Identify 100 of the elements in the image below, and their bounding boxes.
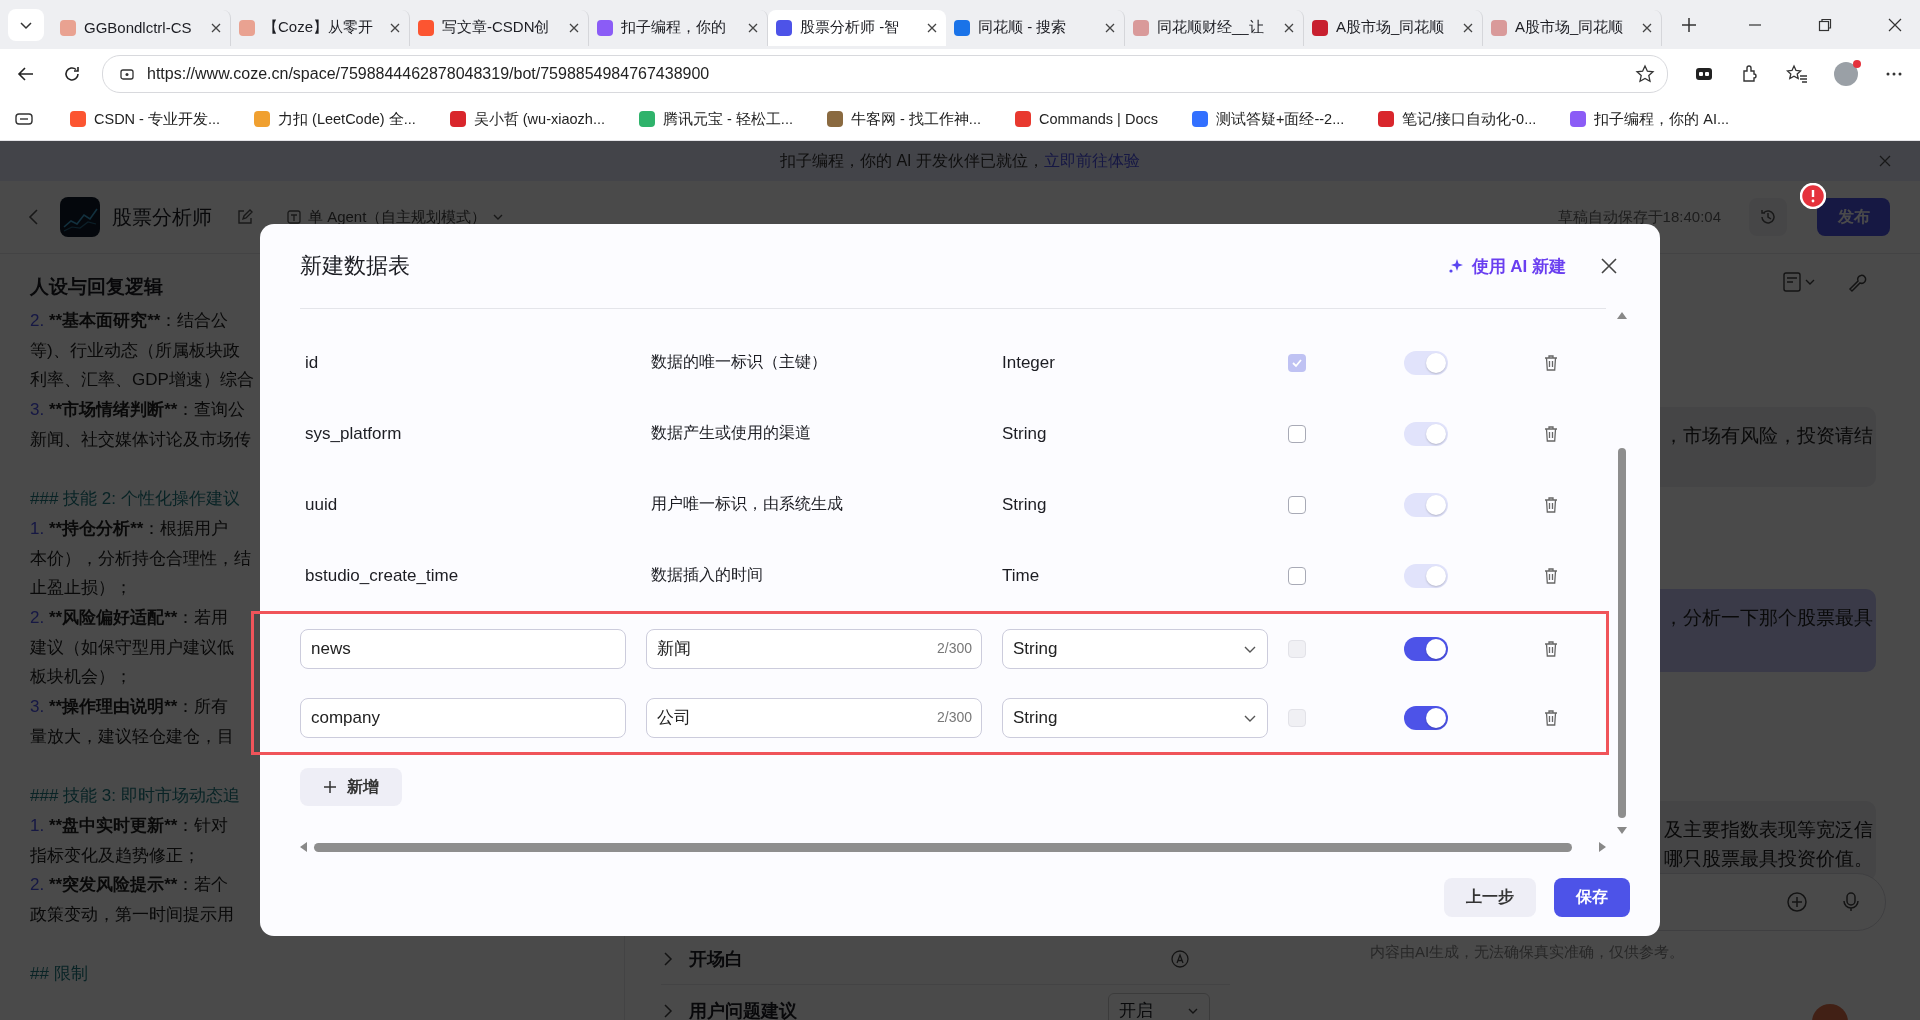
trash-icon[interactable] <box>1542 424 1560 443</box>
browser-tab[interactable]: 同花顺财经__让 <box>1125 9 1304 46</box>
toggle-switch[interactable] <box>1404 705 1448 730</box>
scroll-up-icon[interactable] <box>1617 312 1627 320</box>
close-icon[interactable] <box>926 21 938 34</box>
bookmark-label: 牛客网 - 找工作神... <box>850 109 981 129</box>
message-text: 及主要指数表现等宽泛信 <box>1664 818 1874 842</box>
add-field-button[interactable]: 新增 <box>300 768 402 806</box>
browser-tab[interactable]: GGBondlctrl-CS <box>52 9 231 46</box>
bookmark[interactable]: 吴小哲 (wu-xiaozh... <box>449 109 605 129</box>
close-icon[interactable] <box>1462 21 1474 34</box>
tab-title: A股市场_同花顺 <box>1515 18 1625 37</box>
message-text: ，分析一下那个股票最具 <box>1664 606 1874 630</box>
bookmark[interactable]: 腾讯元宝 - 轻松工... <box>639 109 793 129</box>
bookmark-label: Commands | Docs <box>1038 111 1158 127</box>
prompt-line: 止盈止损）； <box>30 577 132 600</box>
prompt-line: 政策变动，第一时间提示用 <box>30 904 234 927</box>
section-title: 人设与回复逻辑 <box>30 275 164 299</box>
tab-title: 同花顺财经__让 <box>1157 18 1265 37</box>
trash-icon[interactable] <box>1542 353 1560 372</box>
checkbox[interactable] <box>1288 495 1306 514</box>
message-text: ，市场有风险，投资请结 <box>1664 424 1874 448</box>
close-icon[interactable] <box>1104 21 1116 34</box>
field-type: Time <box>1002 565 1041 586</box>
close-icon[interactable] <box>747 21 759 34</box>
field-name: uuid <box>304 494 339 515</box>
address-field[interactable]: https://www.coze.cn/space/7598844462878048319/bot/7598854984767438900 <box>102 54 1668 93</box>
toggle-switch[interactable] <box>1404 636 1448 661</box>
close-icon[interactable] <box>389 21 401 34</box>
extensions-icon[interactable] <box>1740 63 1760 84</box>
prompt-line: 等)、行业动态（所属板块政 <box>30 339 240 362</box>
tab-title: GGBondlctrl-CS <box>84 19 193 36</box>
browser-tab[interactable]: A股市场_同花顺 <box>1304 9 1483 46</box>
save-button[interactable]: 保存 <box>1554 878 1630 917</box>
name-field[interactable]: company <box>300 697 626 738</box>
back-button[interactable]: 上一步 <box>1444 878 1536 917</box>
trash-icon[interactable] <box>1542 639 1560 658</box>
scrollbar-thumb[interactable] <box>1618 448 1626 818</box>
ai-create-button[interactable]: 使用 AI 新建 <box>1447 250 1566 282</box>
bookmark[interactable]: 测试答疑+面经--2... <box>1191 109 1345 129</box>
prompt-heading: ## 限制 <box>30 963 88 986</box>
url-text: https://www.coze.cn/space/7598844462878048319/bot/7598854984767438900 <box>147 64 710 83</box>
type-select[interactable]: String <box>1002 697 1268 738</box>
bookmark-label: 腾讯元宝 - 轻松工... <box>663 109 793 129</box>
checkbox[interactable] <box>1288 566 1306 585</box>
bot-name: 股票分析师 <box>112 204 212 230</box>
prompt-line: 量放大，建议轻仓建仓，目 <box>30 725 234 748</box>
browser-tab[interactable]: 同花顺 - 搜索 <box>946 9 1125 46</box>
prompt-line: 本价），分析持仓合理性，结 <box>30 547 251 570</box>
name-field[interactable]: news <box>300 628 626 669</box>
bookmark-label: 笔记/接口自动化-0... <box>1402 109 1537 129</box>
close-icon[interactable] <box>1600 257 1618 275</box>
tab-title: 扣子编程，你的 <box>621 18 727 37</box>
close-icon[interactable] <box>210 21 222 34</box>
trash-icon[interactable] <box>1542 566 1560 585</box>
prompt-line: 指标变化及趋势修正； <box>30 844 200 867</box>
tab-title: A股市场_同花顺 <box>1336 18 1446 37</box>
scrollbar-thumb[interactable] <box>314 842 1572 852</box>
close-icon[interactable] <box>568 21 580 34</box>
char-counter: 2/300 <box>936 639 972 656</box>
bookmark-label: CSDN - 专业开发... <box>94 109 221 129</box>
field-type: String <box>1002 423 1048 444</box>
restore-icon[interactable] <box>1818 17 1832 32</box>
checkbox[interactable] <box>1288 424 1306 443</box>
tab-title: 【Coze】从零开 <box>263 18 375 37</box>
field-type: Integer <box>1002 352 1056 373</box>
profile-avatar[interactable] <box>1834 61 1858 86</box>
browser-tab[interactable]: 股票分析师 -智 <box>768 9 946 46</box>
star-icon[interactable] <box>1635 63 1655 84</box>
new-tab-icon[interactable] <box>1680 15 1698 34</box>
close-icon[interactable] <box>1888 17 1902 32</box>
field-type: String <box>1002 494 1048 515</box>
browser-tab[interactable]: 【Coze】从零开 <box>231 9 410 46</box>
bookmark[interactable]: CSDN - 专业开发... <box>70 109 221 129</box>
trash-icon[interactable] <box>1542 495 1560 514</box>
bookmark[interactable]: 笔记/接口自动化-0... <box>1378 109 1537 129</box>
trash-icon[interactable] <box>1542 708 1560 727</box>
prompt-line: 新闻、社交媒体讨论及市场传 <box>30 428 251 451</box>
favorites-icon[interactable] <box>1786 63 1808 84</box>
browser-tab[interactable]: A股市场_同花顺 <box>1483 9 1662 46</box>
prompt-line: 板块机会）； <box>30 666 132 689</box>
field-description: 用户唯一标识，由系统生成 <box>650 494 844 514</box>
bookmark[interactable]: 牛客网 - 找工作神... <box>826 109 981 129</box>
close-icon[interactable] <box>1641 21 1653 34</box>
bookmark[interactable]: Commands | Docs <box>1014 111 1158 127</box>
message-text: 哪只股票最具投资价值。 <box>1664 847 1874 871</box>
type-select[interactable]: String <box>1002 628 1268 669</box>
scroll-right-icon[interactable] <box>1598 842 1606 852</box>
browser-tab[interactable]: 扣子编程，你的 <box>589 9 768 46</box>
prompt-heading: ### 技能 3: 即时市场动态追 <box>30 785 240 808</box>
field-description: 数据插入的时间 <box>650 565 764 585</box>
prompt-line: 利率、汇率、GDP增速）综合 <box>30 369 254 392</box>
tab-title: 同花顺 - 搜索 <box>978 18 1068 37</box>
field-name: bstudio_create_time <box>304 565 460 586</box>
browser-tab[interactable]: 写文章-CSDN创 <box>410 9 589 46</box>
tab-list-button[interactable] <box>8 8 44 41</box>
scroll-left-icon[interactable] <box>300 842 308 852</box>
close-icon[interactable] <box>1283 21 1295 34</box>
tab-title: 股票分析师 -智 <box>800 18 901 37</box>
scroll-down-icon[interactable] <box>1617 826 1627 834</box>
